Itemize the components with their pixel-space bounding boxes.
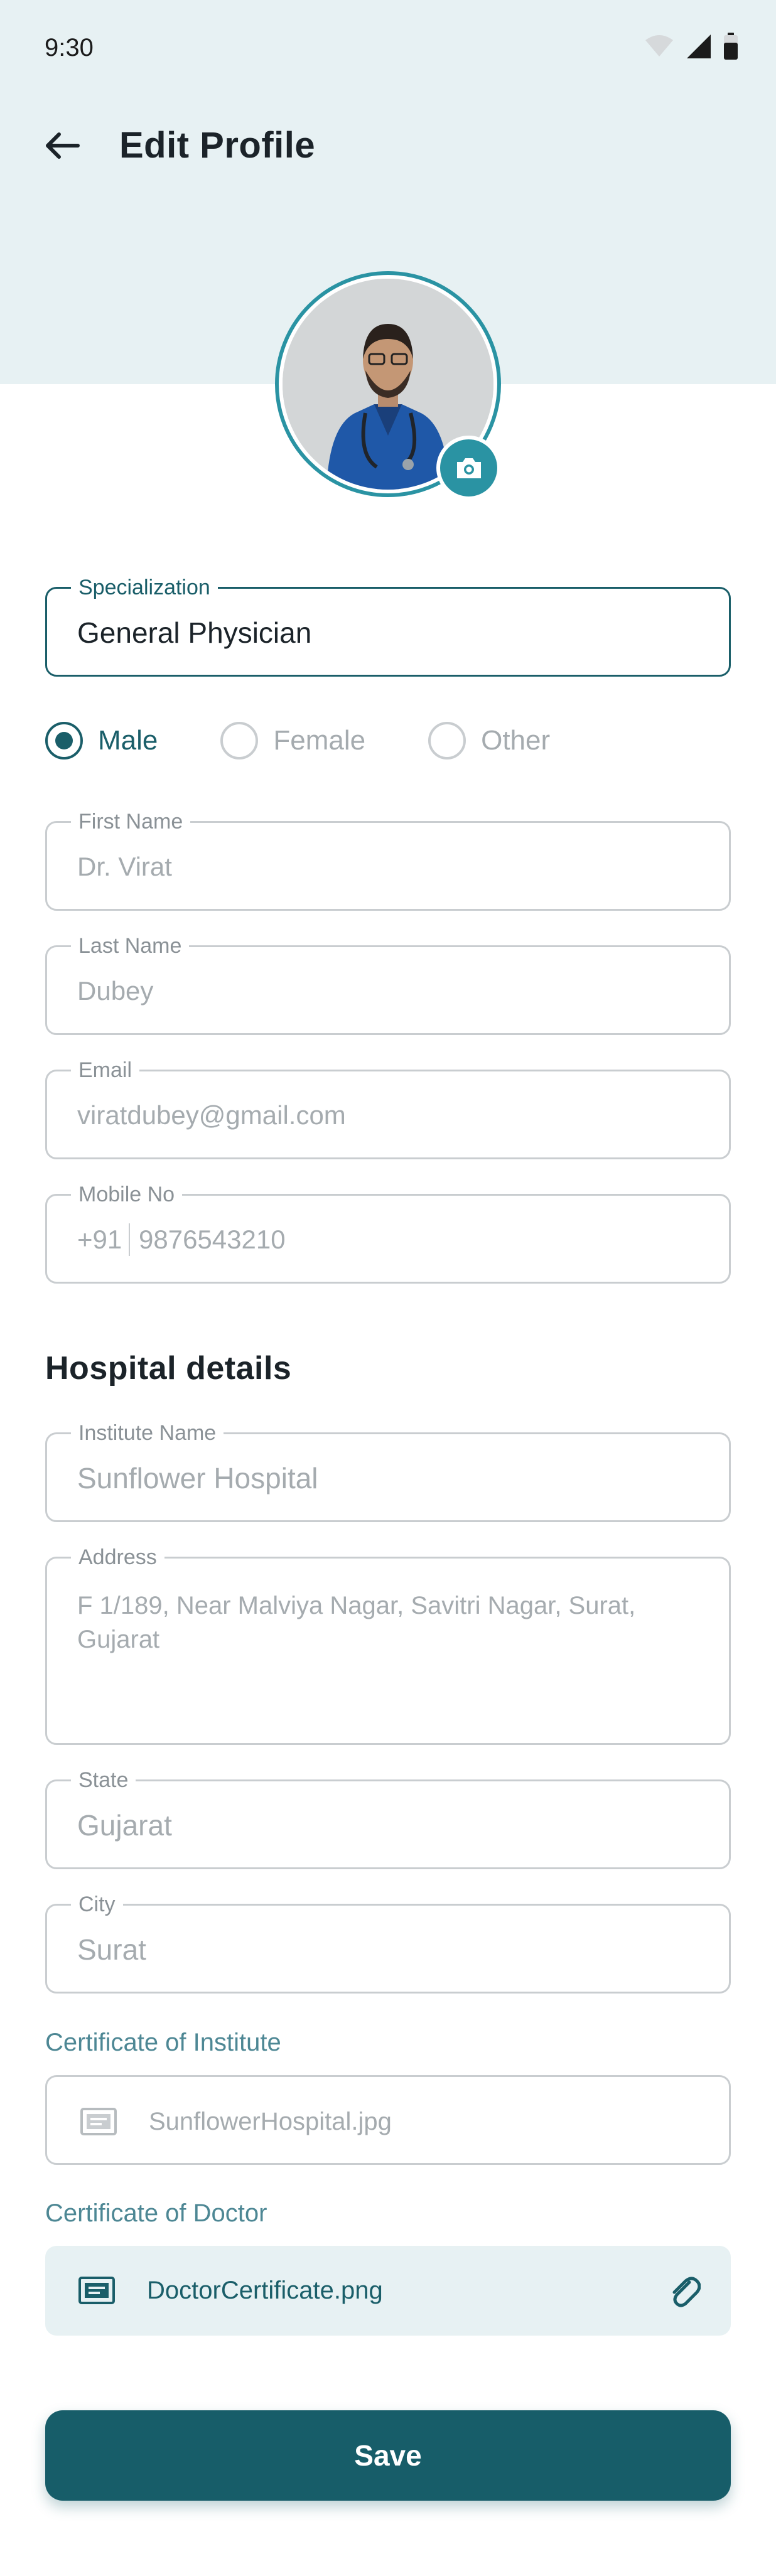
first-name-label: First Name — [71, 809, 191, 834]
radio-button-male[interactable] — [45, 722, 83, 759]
gender-label-female: Female — [273, 725, 366, 756]
email-value[interactable]: viratdubey@gmail.com — [77, 1099, 346, 1132]
state-field[interactable]: State Gujarat — [45, 1768, 731, 1869]
city-label: City — [71, 1892, 123, 1917]
last-name-label: Last Name — [71, 933, 190, 958]
institute-name-value[interactable]: Sunflower Hospital — [77, 1462, 318, 1495]
paperclip-icon[interactable] — [668, 2273, 701, 2312]
gender-option-female[interactable]: Female — [220, 722, 365, 759]
address-label: Address — [71, 1545, 164, 1570]
specialization-field[interactable]: Specialization General Physician — [45, 575, 731, 677]
last-name-field[interactable]: Last Name Dubey — [45, 933, 731, 1035]
mobile-value[interactable]: 9876543210 — [139, 1223, 286, 1256]
gender-label-male: Male — [98, 725, 158, 756]
certificate-icon — [78, 2276, 116, 2308]
save-button[interactable]: Save — [45, 2410, 731, 2501]
gender-option-male[interactable]: Male — [45, 722, 158, 759]
page-title: Edit Profile — [119, 125, 316, 166]
certificate-institute-upload[interactable]: SunflowerHospital.jpg — [45, 2075, 731, 2165]
gender-radio-group: Male Female Other — [45, 722, 613, 759]
address-value[interactable]: F 1/189, Near Malviya Nagar, Savitri Nag… — [77, 1589, 692, 1656]
status-time: 9:30 — [45, 34, 94, 62]
state-value[interactable]: Gujarat — [77, 1809, 172, 1842]
email-label: Email — [71, 1058, 140, 1083]
mobile-label: Mobile No — [71, 1182, 183, 1207]
city-value[interactable]: Surat — [77, 1933, 146, 1966]
certificate-icon — [80, 2107, 117, 2139]
email-field[interactable]: Email viratdubey@gmail.com — [45, 1058, 731, 1159]
radio-button-other[interactable] — [428, 722, 466, 759]
institute-name-field[interactable]: Institute Name Sunflower Hospital — [45, 1420, 731, 1522]
wifi-icon — [645, 35, 673, 56]
certificate-doctor-upload[interactable]: DoctorCertificate.png — [45, 2246, 731, 2336]
gender-option-other[interactable]: Other — [428, 722, 550, 759]
status-icons — [644, 33, 738, 60]
first-name-value[interactable]: Dr. Virat — [77, 851, 172, 883]
hospital-section-title: Hospital details — [45, 1350, 292, 1387]
gender-label-other: Other — [481, 725, 551, 756]
status-bar: 9:30 — [0, 0, 776, 100]
address-field[interactable]: Address F 1/189, Near Malviya Nagar, Sav… — [45, 1545, 731, 1745]
certificate-doctor-label: Certificate of Doctor — [45, 2199, 267, 2227]
certificate-institute-filename: SunflowerHospital.jpg — [149, 2108, 392, 2135]
specialization-value[interactable]: General Physician — [77, 616, 311, 649]
country-code[interactable]: +91 — [77, 1223, 122, 1256]
camera-icon — [456, 458, 481, 478]
battery-icon — [724, 33, 738, 60]
change-photo-button[interactable] — [436, 436, 501, 500]
mobile-field[interactable]: Mobile No +91 9876543210 — [45, 1182, 731, 1284]
last-name-value[interactable]: Dubey — [77, 975, 153, 1007]
certificate-doctor-filename: DoctorCertificate.png — [147, 2277, 383, 2304]
radio-button-female[interactable] — [220, 722, 259, 759]
signal-icon — [687, 35, 711, 58]
phone-divider — [129, 1223, 130, 1256]
city-field[interactable]: City Surat — [45, 1892, 731, 1994]
back-button[interactable] — [39, 123, 84, 168]
specialization-label: Specialization — [71, 575, 218, 600]
institute-name-label: Institute Name — [71, 1420, 224, 1446]
certificate-institute-label: Certificate of Institute — [45, 2029, 281, 2056]
arrow-left-icon — [46, 132, 80, 159]
state-label: State — [71, 1768, 136, 1793]
first-name-field[interactable]: First Name Dr. Virat — [45, 809, 731, 911]
